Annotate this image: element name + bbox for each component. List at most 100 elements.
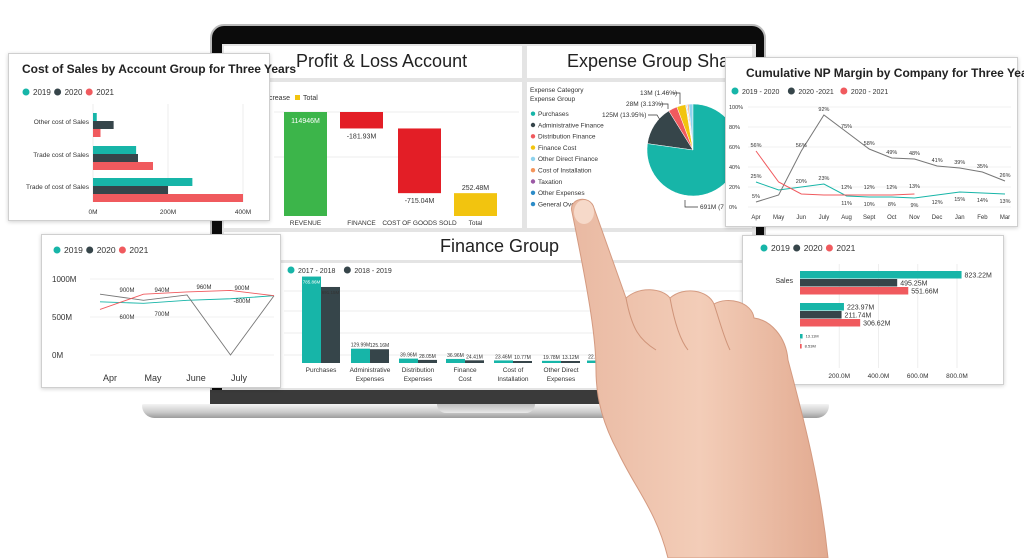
x-tick: 600.0M — [907, 373, 929, 380]
data-label: 12% — [932, 200, 943, 206]
finance-bar — [542, 360, 561, 363]
legend-total: Total — [303, 95, 318, 102]
y-tick: 1000M — [52, 275, 77, 284]
finance-bar — [321, 286, 340, 363]
x-tick: 400.0M — [868, 373, 890, 380]
np-margin-title: Cumulative NP Margin by Company for Thre… — [746, 66, 1024, 80]
leader-line — [648, 114, 661, 121]
finance-bar — [494, 360, 513, 363]
category-label: Cost of — [503, 367, 524, 374]
data-label: 14% — [977, 198, 988, 204]
legend-label: 2020 -2021 — [798, 89, 834, 96]
data-label: 13% — [909, 184, 920, 190]
bar-label: 39.96M — [400, 353, 417, 359]
pl-title: Profit & Loss Account — [296, 51, 468, 71]
data-label: 900M — [234, 286, 249, 292]
expense-title: Expense Group Share — [567, 51, 746, 71]
bar-label: 36.96M — [447, 353, 464, 359]
bar-label: 28.05M — [419, 354, 436, 360]
category-label: Trade of cost of Sales — [26, 184, 90, 191]
legend-dot — [840, 87, 848, 95]
legend-dot — [343, 266, 351, 274]
data-label: 700M — [154, 312, 169, 318]
category-label: Administrative — [350, 367, 391, 374]
finance-bar — [418, 359, 437, 363]
x-tick: 200M — [160, 209, 176, 216]
category-label: COST OF GOODS SOLD — [382, 220, 457, 227]
legend-label: 2017 - 2018 — [298, 268, 335, 275]
y-tick: 500M — [52, 313, 72, 322]
data-label: 600M — [119, 315, 134, 321]
x-tick: 400M — [235, 209, 251, 216]
legend-total-swatch — [295, 95, 300, 100]
legend-item: Taxation — [538, 179, 563, 186]
x-tick: May — [144, 373, 162, 383]
hand-image — [571, 198, 829, 558]
bar-label: 691.15M — [322, 290, 340, 295]
bar-label: 114946M — [291, 118, 320, 125]
legend-item: Other Direct Finance — [538, 156, 598, 163]
cost-of-sales-chart: 2019 2020 2021 Other cost of Sales Trade cos… — [22, 88, 251, 216]
bar-label: 129.99M — [351, 343, 370, 349]
legend-label: 2021 — [96, 88, 114, 97]
legend-dot — [85, 88, 93, 96]
bar-label: -181.93M — [347, 133, 377, 140]
data-label: 35% — [977, 164, 988, 170]
monthly-line-card: 2019 2020 2021 0M 500M 1000M Apr May June July 900… — [41, 234, 281, 388]
legend-dot — [731, 87, 739, 95]
legend-header: Expense Group — [530, 96, 576, 103]
legend-dot — [530, 179, 536, 184]
x-tick: Dec — [932, 215, 943, 221]
data-label: 940M — [154, 288, 169, 294]
waterfall-bar — [454, 193, 497, 216]
legend-dot — [54, 88, 62, 96]
bar-label: 125.16M — [370, 343, 389, 349]
legend-item: Distribution Finance — [538, 134, 596, 141]
hbar — [93, 154, 138, 162]
fingernail — [574, 200, 594, 224]
finance-title: Finance Group — [440, 236, 560, 256]
legend-label: 2021 — [129, 245, 148, 255]
data-label: 56% — [796, 143, 807, 149]
category-label: Trade cost of Sales — [33, 152, 90, 159]
bar-label: 785.86M — [303, 280, 321, 285]
category-label: Cost — [458, 376, 472, 383]
finance-bar — [351, 348, 370, 363]
legend-dot — [22, 88, 30, 96]
finance-bar — [465, 360, 484, 363]
bar-label: -715.04M — [405, 198, 435, 205]
legend-dot — [530, 201, 536, 207]
legend-dot — [530, 190, 536, 195]
legend-header: Expense Category — [530, 87, 584, 94]
legend-dot — [287, 266, 295, 274]
data-label: 15% — [954, 197, 965, 203]
y-tick: 60% — [729, 145, 740, 151]
pie-label: 28M (3.13%) — [626, 101, 663, 108]
y-tick: 100% — [729, 105, 743, 111]
category-label: FINANCE — [347, 220, 376, 227]
bar-label: 19.78M — [543, 355, 560, 361]
legend-dot — [530, 111, 536, 116]
finance-bar — [399, 358, 418, 363]
waterfall-bar — [398, 128, 441, 194]
bar-label: 551.66M — [911, 289, 938, 296]
x-tick: Sept — [863, 215, 876, 221]
category-label: Total — [469, 220, 483, 227]
hbar — [93, 129, 101, 137]
cost-of-sales-title: Cost of Sales by Account Group for Three… — [22, 62, 297, 76]
legend-dot — [53, 246, 61, 254]
data-label: 12% — [886, 185, 897, 191]
legend-label: 2020 — [97, 245, 116, 255]
category-label: Purchases — [306, 367, 337, 374]
category-label: Expenses — [404, 376, 433, 383]
legend-dot — [530, 134, 536, 139]
data-label: 13% — [999, 199, 1010, 205]
legend-label: 2019 — [64, 245, 83, 255]
legend-dot — [787, 87, 795, 95]
legend-label: 2020 - 2021 — [851, 89, 888, 96]
x-tick: Nov — [909, 215, 920, 221]
hbar — [93, 146, 137, 154]
y-tick: 0M — [52, 351, 63, 360]
x-tick: June — [186, 373, 206, 383]
category-label: Finance — [453, 367, 477, 374]
